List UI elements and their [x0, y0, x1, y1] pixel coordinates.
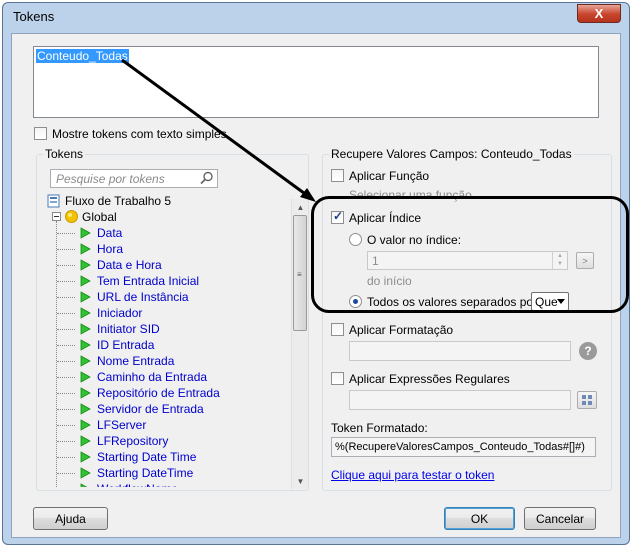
annotation-highlight-box — [311, 196, 629, 313]
ok-button-label: OK — [470, 511, 489, 526]
play-icon — [80, 403, 91, 415]
regex-builder-icon[interactable] — [577, 391, 597, 409]
tree-branch-line — [57, 265, 75, 266]
ok-button[interactable]: OK — [444, 507, 515, 530]
window-title: Tokens — [13, 9, 55, 24]
tree-token-label: Caminho da Entrada — [97, 370, 208, 384]
tree-root-label: Fluxo de Trabalho 5 — [65, 194, 172, 208]
play-icon — [80, 243, 91, 255]
tree-token-label: Hora — [97, 242, 124, 256]
tree-token-label: LFServer — [97, 418, 147, 432]
apply-function-checkbox[interactable] — [331, 169, 344, 182]
tree-branch-line — [57, 377, 75, 378]
test-token-link[interactable]: Clique aqui para testar o token — [331, 468, 494, 482]
formatted-token-label: Token Formatado: — [331, 421, 428, 435]
tree-branch-line — [57, 361, 75, 362]
play-icon — [80, 275, 91, 287]
cancel-button-label: Cancelar — [535, 511, 585, 526]
scroll-up-icon[interactable]: ▲ — [292, 199, 309, 215]
play-icon — [80, 451, 91, 463]
tree-branch-line — [57, 297, 75, 298]
show-simple-text-checkbox[interactable] — [34, 127, 47, 140]
play-icon — [80, 419, 91, 431]
apply-regex-checkbox[interactable] — [331, 372, 344, 385]
play-icon — [80, 339, 91, 351]
apply-regex-label: Aplicar Expressões Regulares — [349, 372, 510, 386]
show-simple-text-label: Mostre tokens com texto simples — [52, 127, 227, 141]
formatted-token-value: %(RecupereValoresCampos_Conteudo_Todas#[… — [335, 441, 585, 453]
help-icon[interactable]: ? — [579, 342, 597, 360]
tokens-group: Tokens Pesquise por tokens Fluxo de Trab — [36, 147, 309, 491]
play-icon — [80, 387, 91, 399]
collapse-icon[interactable] — [52, 212, 61, 221]
close-button[interactable]: X — [577, 4, 621, 23]
format-input[interactable] — [349, 341, 571, 361]
tree-token-label: Iniciador — [97, 306, 143, 320]
tree-branch-line — [57, 233, 75, 234]
tree-token-label: Data — [97, 226, 123, 240]
tree-token-label: Servidor de Entrada — [97, 402, 204, 416]
play-icon — [80, 435, 91, 447]
token-text-area[interactable]: Conteudo_Todas — [33, 46, 599, 118]
title-bar[interactable]: Tokens X — [3, 3, 629, 29]
scroll-grip-icon: ≡ — [297, 270, 302, 279]
options-group-title: Recupere Valores Campos: Conteudo_Todas — [329, 147, 574, 161]
help-button-label: Ajuda — [55, 511, 86, 526]
play-icon — [80, 467, 91, 479]
tree-branch-line — [57, 249, 75, 250]
tree-token-label: Initiator SID — [97, 322, 160, 336]
tree-global-label: Global — [82, 210, 117, 224]
play-icon — [80, 259, 91, 271]
play-icon — [80, 371, 91, 383]
help-button[interactable]: Ajuda — [33, 507, 108, 530]
token-search-input[interactable]: Pesquise por tokens — [50, 169, 218, 188]
search-icon[interactable] — [200, 171, 214, 185]
token-tree-scrollbar[interactable]: ▲ ≡ ▼ — [291, 199, 308, 489]
tree-token-label: Starting Date Time — [97, 450, 197, 464]
close-icon: X — [594, 6, 604, 21]
tree-token-label: URL de Instância — [97, 290, 189, 304]
play-icon — [80, 355, 91, 367]
tree-branch-line — [57, 457, 75, 458]
play-icon — [80, 323, 91, 335]
tree-token-label: ID Entrada — [97, 338, 155, 352]
tree-branch-line — [57, 281, 75, 282]
play-icon — [80, 291, 91, 303]
tree-branch-line — [57, 425, 75, 426]
regex-input[interactable] — [349, 390, 571, 410]
token-search-placeholder: Pesquise por tokens — [56, 172, 165, 186]
tree-branch-line — [57, 409, 75, 410]
tree-token-label: LFRepository — [97, 434, 169, 448]
tree-token-label: Repositório de Entrada — [97, 386, 220, 400]
tree-branch-line — [57, 313, 75, 314]
tree-branch-line — [57, 345, 75, 346]
play-icon — [80, 307, 91, 319]
apply-format-checkbox[interactable] — [331, 323, 344, 336]
tree-token-label: Tem Entrada Inicial — [97, 274, 200, 288]
tree-token-label: Nome Entrada — [97, 354, 175, 368]
play-icon — [80, 227, 91, 239]
formatted-token-field[interactable]: %(RecupereValoresCampos_Conteudo_Todas#[… — [331, 437, 596, 457]
tokens-group-title: Tokens — [43, 147, 86, 161]
selected-token-text[interactable]: Conteudo_Todas — [36, 49, 129, 63]
tree-branch-line — [57, 441, 75, 442]
tree-token-label: WorkflowName — [97, 482, 178, 487]
tree-token-label: Data e Hora — [97, 258, 162, 272]
global-icon — [65, 210, 78, 223]
scroll-thumb[interactable]: ≡ — [293, 215, 307, 331]
tree-branch-line — [57, 473, 75, 474]
workflow-icon — [47, 194, 60, 208]
apply-format-label: Aplicar Formatação — [349, 323, 454, 337]
tree-branch-line — [57, 329, 75, 330]
cancel-button[interactable]: Cancelar — [524, 507, 596, 530]
tree-branch-line — [57, 393, 75, 394]
apply-function-label: Aplicar Função — [349, 169, 430, 183]
play-icon — [80, 483, 88, 487]
token-tree[interactable]: Fluxo de Trabalho 5 Global Data Hora Data … — [45, 193, 299, 487]
scroll-down-icon[interactable]: ▼ — [292, 473, 309, 489]
tree-token-label: Starting DateTime — [97, 466, 194, 480]
tree-guide-line — [56, 221, 57, 487]
